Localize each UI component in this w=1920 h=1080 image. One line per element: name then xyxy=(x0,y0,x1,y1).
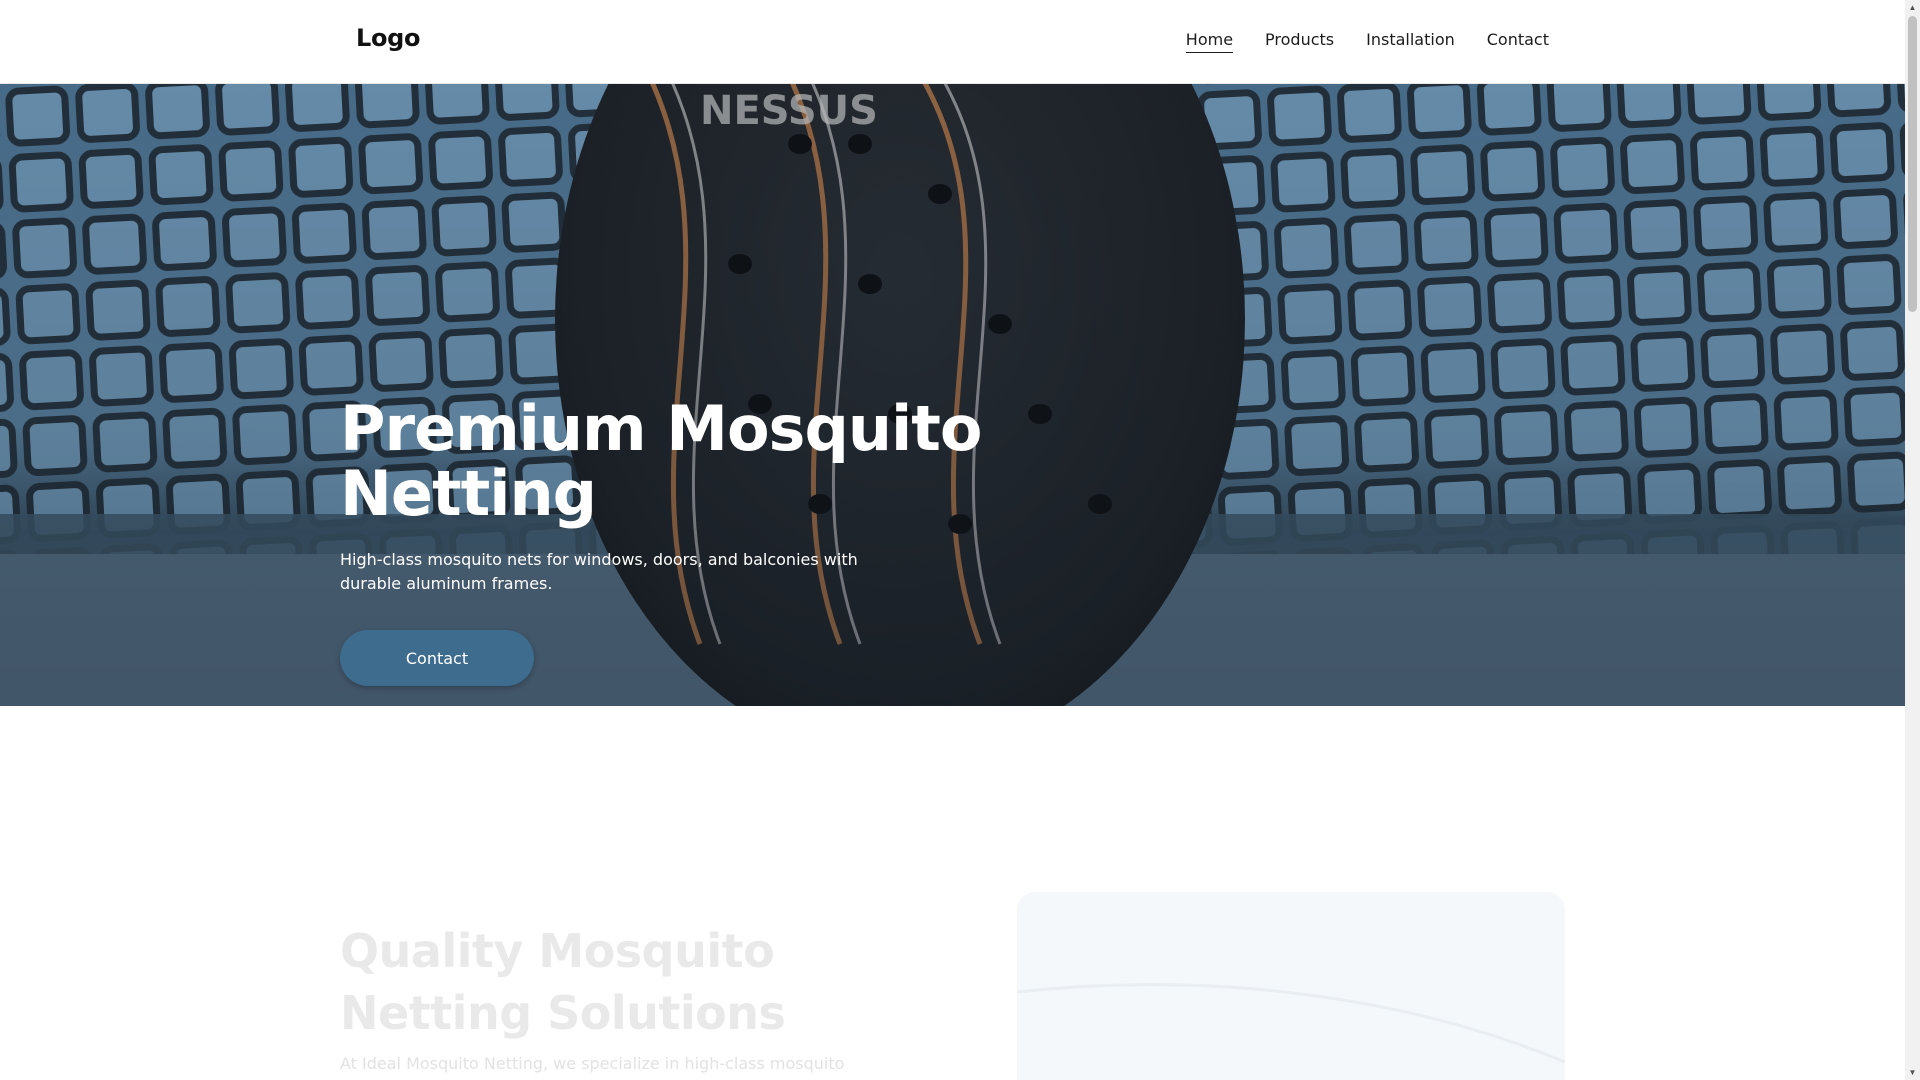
page-scrollbar[interactable]: ▲ ▼ xyxy=(1905,0,1920,1080)
quality-section: Quality Mosquito Netting Solutions At Id… xyxy=(0,706,1905,1080)
hero-content: Premium Mosquito Netting High-class mosq… xyxy=(340,392,1240,687)
nav-contact[interactable]: Contact xyxy=(1487,30,1549,53)
nav-home[interactable]: Home xyxy=(1185,30,1234,53)
section-image xyxy=(1017,983,1565,1064)
hero-subtitle: High-class mosquito nets for windows, do… xyxy=(340,550,858,594)
section-image-card xyxy=(1017,892,1565,1080)
scroll-up-icon[interactable]: ▲ xyxy=(1905,0,1920,15)
section-text: At Ideal Mosquito Netting, we specialize… xyxy=(340,1054,845,1073)
site-header: Logo Home Products Installation Contact xyxy=(0,0,1905,84)
hero-contact-button[interactable]: Contact xyxy=(340,630,534,687)
section-title: Quality Mosquito Netting Solutions xyxy=(340,924,786,1040)
logo[interactable]: Logo xyxy=(356,24,421,52)
hero-title: Premium Mosquito Netting xyxy=(340,392,982,531)
hero-section: NESSUS Premium Mosquito Netting High-cla… xyxy=(0,84,1905,706)
page: Logo Home Products Installation Contact xyxy=(0,0,1905,1080)
scrollbar-thumb[interactable] xyxy=(1908,16,1917,312)
scroll-down-icon[interactable]: ▼ xyxy=(1905,1065,1920,1080)
main-nav: Home Products Installation Contact xyxy=(1185,30,1549,53)
nav-products[interactable]: Products xyxy=(1265,30,1334,53)
nav-installation[interactable]: Installation xyxy=(1366,30,1455,53)
